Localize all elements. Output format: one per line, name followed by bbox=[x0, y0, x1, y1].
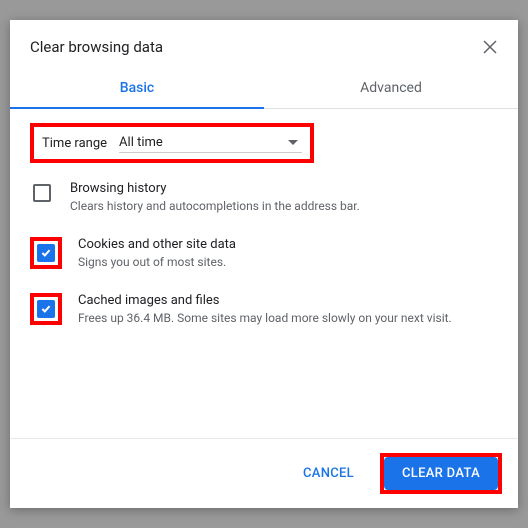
option-desc: Frees up 36.4 MB. Some sites may load mo… bbox=[78, 310, 498, 327]
option-desc: Signs you out of most sites. bbox=[78, 254, 498, 271]
option-row: Browsing history Clears history and autoc… bbox=[30, 181, 498, 215]
checkbox-wrap bbox=[30, 181, 54, 205]
tab-advanced[interactable]: Advanced bbox=[264, 68, 518, 108]
checkbox-wrap bbox=[34, 241, 58, 265]
highlight-box bbox=[30, 237, 62, 269]
clear-browsing-data-dialog: Clear browsing data Basic Advanced Time … bbox=[10, 20, 518, 508]
highlight-box bbox=[30, 293, 62, 325]
highlight-box: Time range All time bbox=[30, 123, 314, 163]
dialog-body: Time range All time Browsing history Clea… bbox=[10, 109, 518, 438]
option-text: Browsing history Clears history and autoc… bbox=[70, 181, 498, 215]
tab-basic[interactable]: Basic bbox=[10, 68, 264, 108]
checkbox-wrap bbox=[34, 297, 58, 321]
checkbox[interactable] bbox=[37, 300, 55, 318]
option-title: Browsing history bbox=[70, 181, 498, 196]
time-range-value: All time bbox=[119, 135, 163, 150]
chevron-down-icon bbox=[288, 140, 298, 145]
option-row: Cached images and files Frees up 36.4 MB.… bbox=[30, 293, 498, 327]
cancel-button[interactable]: CANCEL bbox=[285, 457, 372, 490]
option-text: Cached images and files Frees up 36.4 MB.… bbox=[78, 293, 498, 327]
dialog-header: Clear browsing data bbox=[10, 20, 518, 68]
dialog-footer: CANCEL CLEAR DATA bbox=[10, 438, 518, 508]
tabs: Basic Advanced bbox=[10, 68, 518, 109]
time-range-control: Time range All time bbox=[34, 127, 310, 159]
dialog-title: Clear browsing data bbox=[30, 38, 163, 56]
option-title: Cached images and files bbox=[78, 293, 498, 308]
checkbox[interactable] bbox=[37, 244, 55, 262]
option-title: Cookies and other site data bbox=[78, 237, 498, 252]
time-range-select[interactable]: All time bbox=[119, 133, 302, 153]
checkbox[interactable] bbox=[33, 184, 51, 202]
time-range-label: Time range bbox=[42, 136, 107, 151]
time-range-row: Time range All time bbox=[30, 123, 498, 163]
option-desc: Clears history and autocompletions in th… bbox=[70, 198, 498, 215]
clear-data-button[interactable]: CLEAR DATA bbox=[384, 457, 498, 490]
option-row: Cookies and other site data Signs you out… bbox=[30, 237, 498, 271]
close-icon[interactable] bbox=[482, 39, 498, 55]
highlight-box: CLEAR DATA bbox=[380, 453, 502, 494]
option-text: Cookies and other site data Signs you out… bbox=[78, 237, 498, 271]
